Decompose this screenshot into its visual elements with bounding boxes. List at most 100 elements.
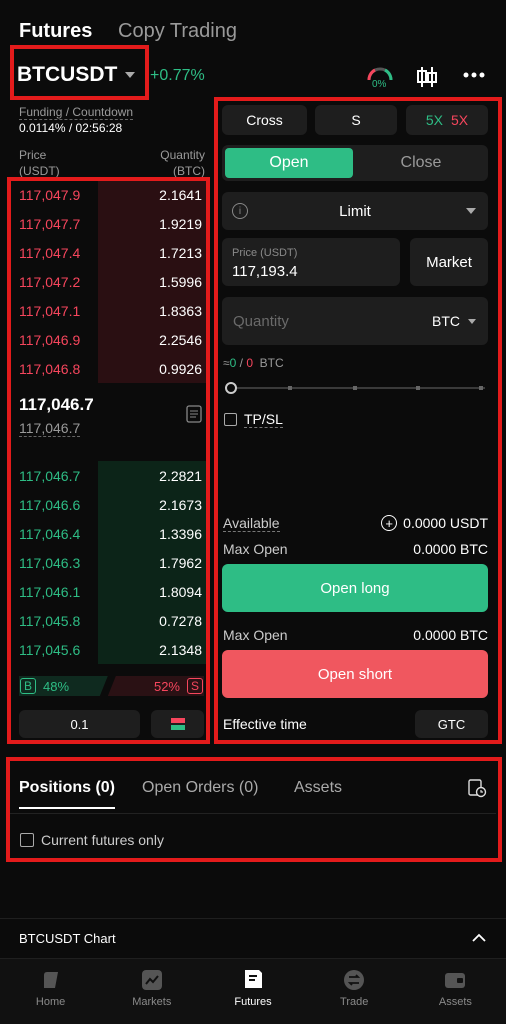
ask-price: 117,047.1: [19, 302, 81, 319]
price-input[interactable]: Price (USDT) 117,193.4: [222, 238, 400, 286]
chart-toggle-label: BTCUSDT Chart: [19, 931, 116, 946]
bid-row[interactable]: 117,046.7 2.2821: [10, 461, 206, 490]
bid-row[interactable]: 117,046.6 2.1673: [10, 490, 206, 519]
book-layout-button[interactable]: [151, 710, 204, 738]
nav-futures[interactable]: Futures: [202, 959, 303, 1024]
asks-list: 117,047.9 2.1641 117,047.7 1.9219 117,047.4 1…: [10, 180, 206, 383]
ask-price: 117,047.2: [19, 273, 81, 290]
ask-row[interactable]: 117,046.9 2.2546: [10, 325, 206, 354]
max-open-long-label: Max Open: [223, 541, 288, 557]
nav-markets[interactable]: Markets: [101, 959, 202, 1024]
markets-icon: [141, 970, 162, 990]
slider-handle[interactable]: [225, 382, 237, 394]
chevron-down-icon: [468, 318, 476, 324]
nav-trade[interactable]: Trade: [304, 959, 405, 1024]
nav-assets[interactable]: Assets: [405, 959, 506, 1024]
bid-price: 117,046.4: [19, 525, 81, 542]
info-icon[interactable]: i: [232, 203, 248, 219]
current-futures-label: Current futures only: [41, 832, 164, 848]
tpsl-label: TP/SL: [244, 411, 283, 428]
order-book: 117,047.9 2.1641 117,047.7 1.9219 117,047.4 1…: [10, 180, 206, 664]
current-futures-filter[interactable]: Current futures only: [20, 832, 164, 848]
bid-quantity: 1.3396: [159, 525, 202, 542]
margin-mode-button[interactable]: Cross: [222, 105, 307, 135]
open-long-button[interactable]: Open long: [222, 564, 488, 612]
ask-row[interactable]: 117,047.2 1.5996: [10, 267, 206, 296]
max-open-short-label: Max Open: [223, 627, 288, 643]
quantity-unit: BTC: [432, 313, 460, 329]
ask-price: 117,047.4: [19, 244, 81, 261]
nav-assets-label: Assets: [438, 996, 472, 1008]
quantity-unit-select[interactable]: BTC: [432, 313, 476, 329]
book-layout-icon: [170, 718, 185, 730]
tab-open[interactable]: Open: [225, 148, 353, 178]
quantity-input[interactable]: Quantity BTC: [222, 297, 488, 345]
tab-open-orders[interactable]: Open Orders (0): [142, 779, 258, 797]
bid-row[interactable]: 117,045.6 2.1348: [10, 635, 206, 664]
funding-label[interactable]: Funding / Countdown: [19, 105, 134, 120]
order-book-detail-icon[interactable]: [186, 405, 202, 423]
sell-tag: S: [186, 678, 203, 694]
ask-row[interactable]: 117,047.7 1.9219: [10, 209, 206, 238]
ask-row[interactable]: 117,047.4 1.7213: [10, 238, 206, 267]
tab-futures[interactable]: Futures: [19, 20, 92, 43]
chart-toggle-bar[interactable]: BTCUSDT Chart: [0, 918, 506, 958]
buy-percent: 48%: [43, 679, 70, 694]
ask-row[interactable]: 117,046.8 0.9926: [10, 354, 206, 383]
tab-positions-label: Positions (0): [19, 779, 116, 796]
open-short-button[interactable]: Open short: [222, 650, 488, 698]
leverage-long: 5X: [425, 112, 443, 128]
bid-price: 117,046.3: [19, 554, 81, 571]
ask-row[interactable]: 117,047.1 1.8363: [10, 296, 206, 325]
quantity-placeholder: Quantity: [233, 313, 289, 330]
order-type-label: Limit: [339, 202, 371, 220]
more-icon[interactable]: [463, 72, 485, 78]
futures-icon: [245, 970, 262, 988]
position-mode-button[interactable]: S: [315, 105, 397, 135]
chevron-up-icon: [472, 933, 486, 942]
bid-row[interactable]: 117,046.3 1.7962: [10, 548, 206, 577]
bid-row[interactable]: 117,045.8 0.7278: [10, 606, 206, 635]
bid-row[interactable]: 117,046.4 1.3396: [10, 519, 206, 548]
buy-sell-ratio: B 48% 52% S: [19, 676, 204, 696]
precision-value: 0.1: [70, 716, 89, 732]
ask-price: 117,046.9: [19, 331, 81, 348]
wallet-icon: [445, 973, 466, 988]
bids-list: 117,046.7 2.2821 117,046.6 2.1673 117,046.4 1…: [10, 461, 206, 664]
nav-home[interactable]: Home: [0, 959, 101, 1024]
tab-positions[interactable]: Positions (0): [19, 779, 116, 809]
trade-icon: [344, 970, 365, 990]
market-label: Market: [426, 253, 472, 271]
mark-price[interactable]: 117,046.7: [19, 420, 81, 437]
approx-long: 0: [229, 356, 237, 370]
quantity-slider[interactable]: [225, 382, 485, 394]
gauge-icon[interactable]: 0%: [366, 64, 394, 92]
open-close-toggle: Open Close: [222, 145, 488, 181]
tab-close-label: Close: [400, 154, 442, 171]
approx-short: 0: [246, 356, 253, 370]
position-mode-label: S: [351, 112, 361, 128]
ask-quantity: 0.9926: [159, 360, 202, 377]
candlestick-icon[interactable]: [416, 66, 438, 88]
precision-select[interactable]: 0.1: [19, 710, 140, 738]
history-icon[interactable]: [468, 779, 487, 798]
ask-row[interactable]: 117,047.9 2.1641: [10, 180, 206, 209]
bottom-nav: Home Markets Futures Trade Assets: [0, 958, 506, 1024]
leverage-button[interactable]: 5X 5X: [406, 105, 488, 135]
ask-price: 117,047.9: [19, 186, 81, 203]
available-label[interactable]: Available: [223, 515, 280, 532]
bid-price: 117,045.6: [19, 641, 81, 658]
tab-copy-trading[interactable]: Copy Trading: [118, 20, 237, 43]
tpsl-checkbox[interactable]: TP/SL: [224, 411, 283, 428]
tab-assets[interactable]: Assets: [294, 779, 342, 797]
approx-amount: ≈0 / 0 BTC: [223, 356, 284, 370]
order-type-select[interactable]: i Limit: [222, 192, 488, 230]
ask-price: 117,046.8: [19, 360, 81, 377]
approx-unit: BTC: [259, 356, 284, 370]
effective-time-select[interactable]: GTC: [415, 710, 488, 738]
symbol-selector[interactable]: BTCUSDT: [17, 63, 136, 87]
bid-row[interactable]: 117,046.1 1.8094: [10, 577, 206, 606]
add-funds-icon[interactable]: +: [381, 515, 398, 531]
tab-close[interactable]: Close: [357, 148, 485, 178]
market-button[interactable]: Market: [410, 238, 488, 286]
